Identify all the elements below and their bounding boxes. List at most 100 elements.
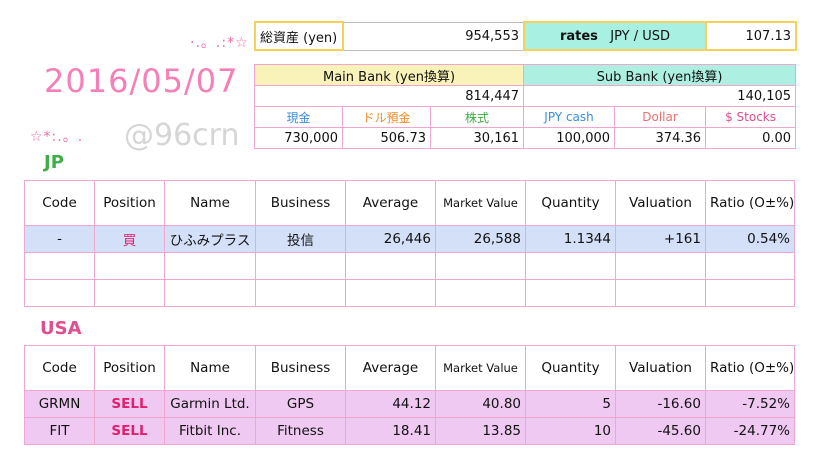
bank-label-cell: Dollar <box>614 106 707 128</box>
report-date: 2016/05/07 <box>44 62 239 100</box>
empty-cell <box>255 279 346 307</box>
column-header: Market Value <box>435 180 526 226</box>
table-cell: 10 <box>525 417 616 445</box>
jp-section-label: JP <box>44 152 64 173</box>
table-cell: -7.52% <box>705 390 795 418</box>
empty-cell <box>164 252 256 280</box>
main-bank-header: Main Bank (yen換算) <box>253 64 525 86</box>
decoration-stars-bottom: ☆*:.。. <box>30 129 84 145</box>
empty-row <box>24 252 795 280</box>
column-header: Average <box>345 345 436 391</box>
empty-cell <box>24 252 95 280</box>
empty-cell <box>164 279 256 307</box>
sub-bank-header: Sub Bank (yen換算) <box>523 64 797 86</box>
decoration-stars-top: ·.。.:*☆ <box>190 35 249 51</box>
column-header: Average <box>345 180 436 226</box>
bank-label-cell: 株式 <box>429 106 525 128</box>
table-cell: 13.85 <box>435 417 526 445</box>
table-cell: FIT <box>24 417 95 445</box>
column-header: Name <box>164 345 256 391</box>
empty-cell <box>525 279 616 307</box>
empty-cell <box>94 252 165 280</box>
table-row[interactable]: GRMN SELL Garmin Ltd. GPS 44.12 40.80 5 -16.60-… <box>24 390 795 418</box>
sub-bank-total: 140,105 <box>523 85 797 107</box>
table-cell: SELL <box>94 417 165 445</box>
empty-cell <box>255 252 346 280</box>
column-header: Business <box>255 180 346 226</box>
total-assets-value: 954,553 <box>342 21 525 51</box>
usa-holdings-table: Code Position Name Business Average Market Va… <box>24 345 795 445</box>
column-header: Quantity <box>525 345 616 391</box>
empty-cell <box>705 252 795 280</box>
bank-label-cell: ドル預金 <box>342 106 431 128</box>
empty-cell <box>345 279 436 307</box>
column-header: Ratio (O±%) <box>705 180 795 226</box>
empty-cell <box>525 252 616 280</box>
empty-cell <box>705 279 795 307</box>
exchange-rate-value: 107.13 <box>705 21 797 51</box>
bank-label-cell: 現金 <box>254 106 343 128</box>
currency-pair: JPY / USD <box>610 28 671 44</box>
table-cell: 26,588 <box>435 225 526 253</box>
bank-table: Main Bank (yen換算) Sub Bank (yen換算) 814,4… <box>253 64 797 149</box>
column-header: Name <box>164 180 256 226</box>
empty-cell <box>615 252 706 280</box>
table-cell: 40.80 <box>435 390 526 418</box>
column-header: Market Value <box>435 345 526 391</box>
column-header: Valuation <box>615 345 706 391</box>
table-cell: 買 <box>94 225 165 253</box>
watermark: @96crn <box>124 118 240 153</box>
empty-cell <box>345 252 436 280</box>
table-cell: SELL <box>94 390 165 418</box>
table-row[interactable]: FIT SELL Fitbit Inc. Fitness 18.41 13.85 10 -45… <box>24 417 795 445</box>
rates-label: rates <box>559 28 598 44</box>
table-cell: 0.54% <box>705 225 795 253</box>
summary-table: 総資産 (yen) 954,553 rates JPY / USD 107.13 <box>254 21 797 51</box>
column-header: Position <box>94 180 165 226</box>
column-header: Code <box>24 180 95 226</box>
rates-cell: rates JPY / USD <box>523 21 707 51</box>
table-cell: ひふみプラス <box>164 225 256 253</box>
bank-value-cell: 506.73 <box>342 127 431 149</box>
table-cell: 5 <box>525 390 616 418</box>
table-cell: Fitbit Inc. <box>164 417 256 445</box>
column-header: Code <box>24 345 95 391</box>
bank-value-cell: 730,000 <box>254 127 343 149</box>
table-cell: 26,446 <box>345 225 436 253</box>
column-header: Quantity <box>525 180 616 226</box>
table-cell: -16.60 <box>615 390 706 418</box>
table-cell: 投信 <box>255 225 346 253</box>
empty-cell <box>615 279 706 307</box>
usa-section-label: USA <box>40 318 82 339</box>
column-header: Ratio (O±%) <box>705 345 795 391</box>
table-cell: Fitness <box>255 417 346 445</box>
table-cell: - <box>24 225 95 253</box>
column-header: Valuation <box>615 180 706 226</box>
table-cell: GPS <box>255 390 346 418</box>
empty-row <box>24 279 795 307</box>
bank-label-cell: $ Stocks <box>705 106 797 128</box>
table-cell: -45.60 <box>615 417 706 445</box>
empty-cell <box>435 252 526 280</box>
main-bank-total: 814,447 <box>253 85 525 107</box>
table-cell: Garmin Ltd. <box>164 390 256 418</box>
empty-cell <box>435 279 526 307</box>
table-cell: GRMN <box>24 390 95 418</box>
column-header: Position <box>94 345 165 391</box>
total-assets-label: 総資産 (yen) <box>254 21 344 51</box>
bank-value-cell: 374.36 <box>614 127 707 149</box>
table-cell: -24.77% <box>705 417 795 445</box>
empty-cell <box>94 279 165 307</box>
table-cell: 18.41 <box>345 417 436 445</box>
column-header: Business <box>255 345 346 391</box>
bank-value-cell: 30,161 <box>429 127 525 149</box>
table-cell: 44.12 <box>345 390 436 418</box>
table-cell: 1.1344 <box>525 225 616 253</box>
bank-value-cell: 100,000 <box>523 127 616 149</box>
table-cell: +161 <box>615 225 706 253</box>
bank-label-cell: JPY cash <box>523 106 616 128</box>
table-row[interactable]: - 買ひふみプラス 投信 26,446 26,588 1.1344 +161 0.54% <box>24 225 795 253</box>
bank-value-cell: 0.00 <box>705 127 797 149</box>
empty-cell <box>24 279 95 307</box>
jp-holdings-table: Code Position Name Business Average Market Va… <box>24 180 795 307</box>
